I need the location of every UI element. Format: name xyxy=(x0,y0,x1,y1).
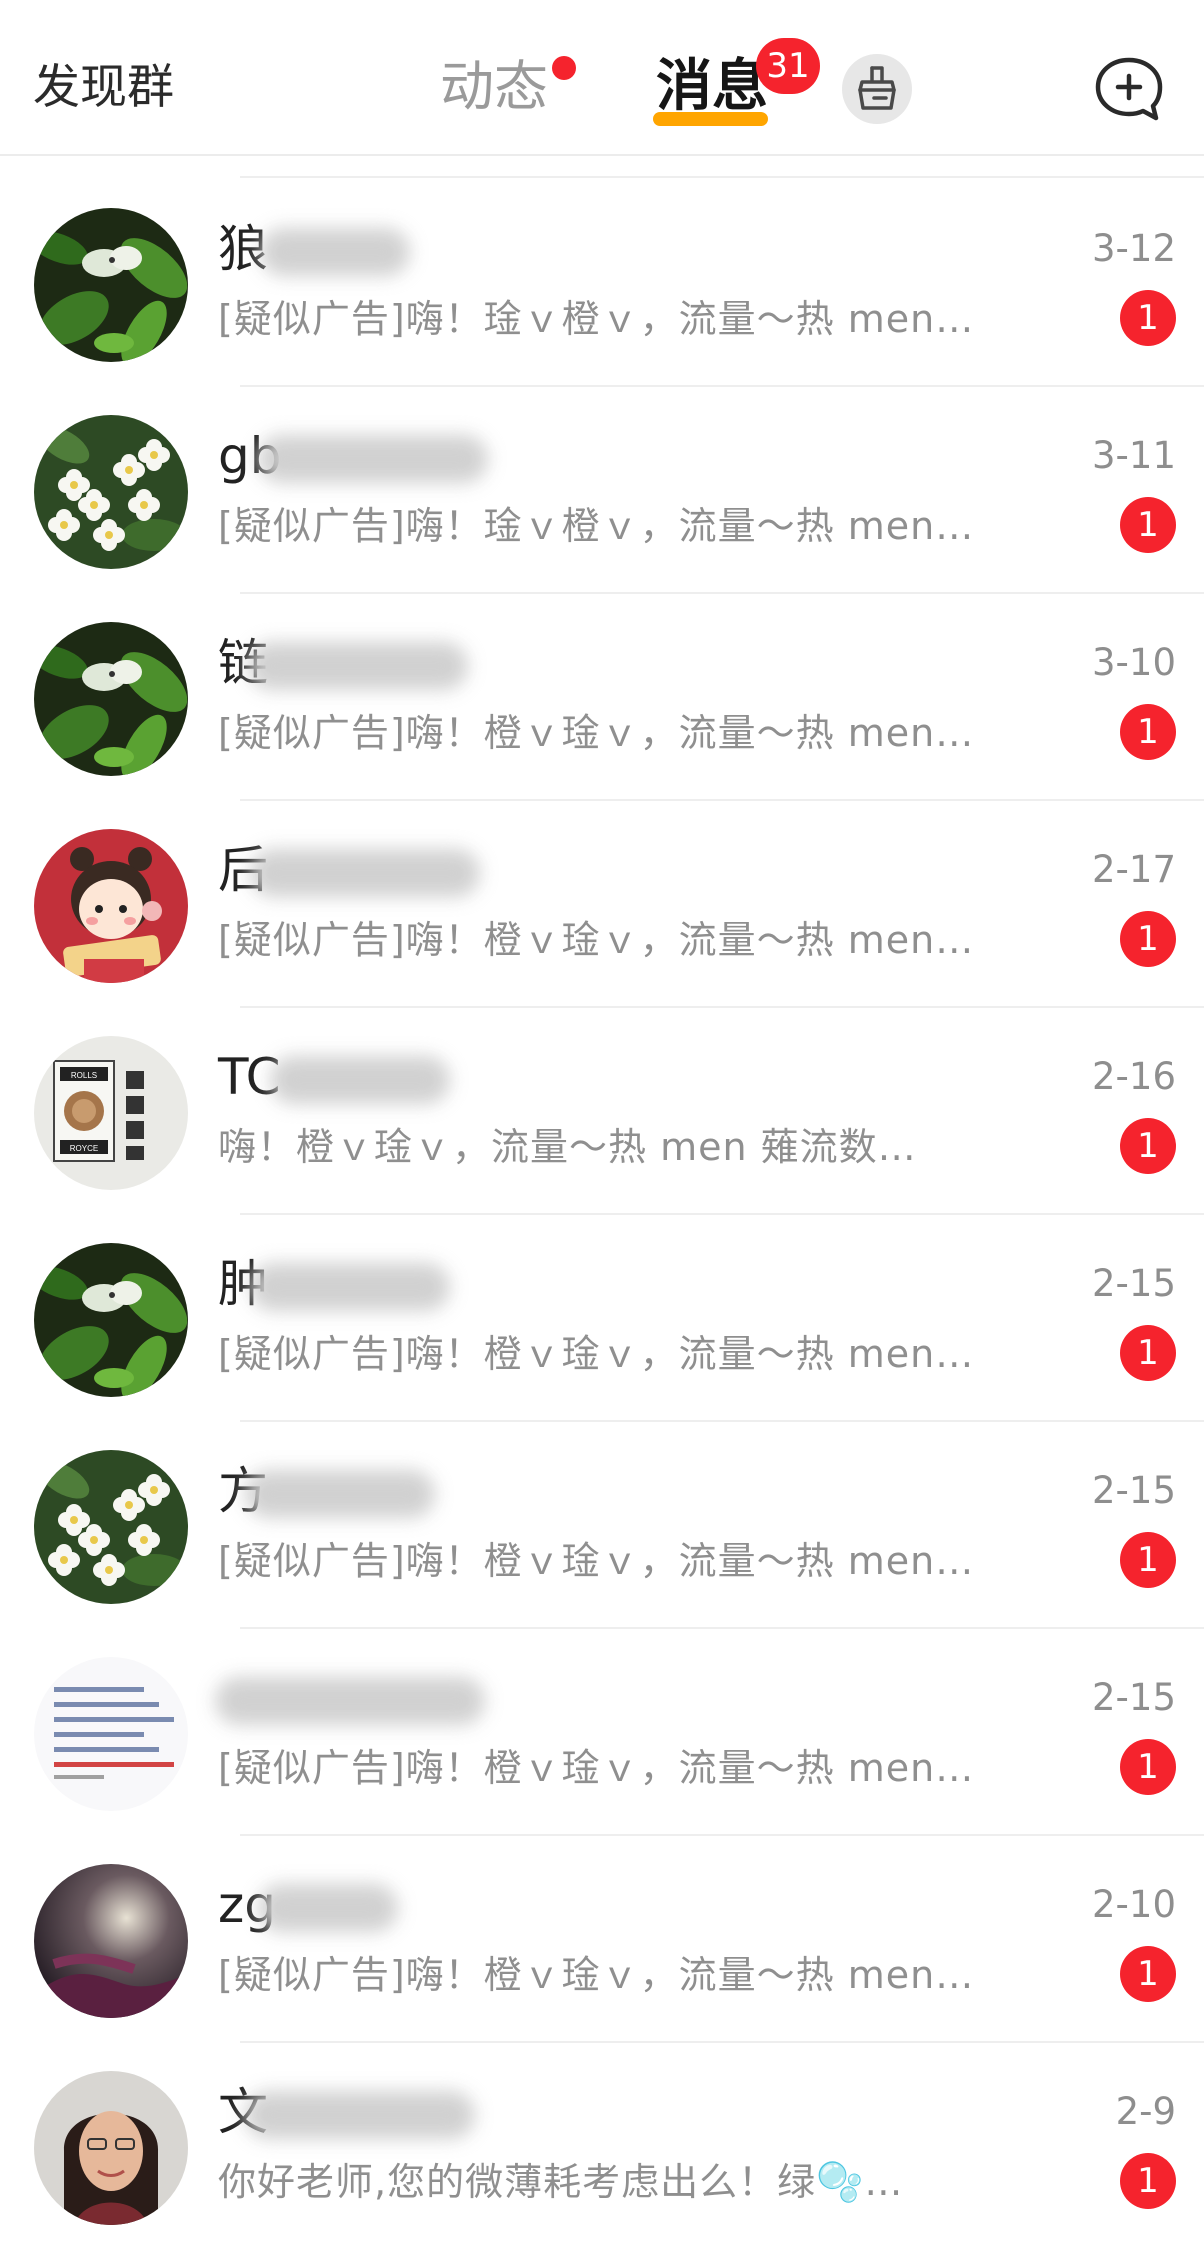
avatar[interactable] xyxy=(34,829,188,983)
unread-count-badge: 1 xyxy=(1120,911,1176,967)
message-date: 2-17 xyxy=(1092,848,1176,891)
unread-count-badge: 1 xyxy=(1120,704,1176,760)
name-redaction-blur xyxy=(245,1470,435,1518)
name-redaction-blur xyxy=(248,642,468,690)
tab-feed[interactable]: 动态 xyxy=(440,52,548,122)
unread-count-badge: 1 xyxy=(1120,1325,1176,1381)
message-date: 2-9 xyxy=(1115,2090,1176,2133)
message-preview: [疑似广告]嗨！橙ｖ琻ｖ，流量～热 men… xyxy=(218,918,975,962)
name-redaction-blur xyxy=(258,1884,398,1932)
name-redaction-blur xyxy=(270,1056,450,1104)
avatar[interactable] xyxy=(34,1657,188,1811)
messages-count-badge: 31 xyxy=(756,38,820,94)
name-redaction-blur xyxy=(250,1263,450,1311)
avatar[interactable] xyxy=(34,208,188,362)
avatar[interactable] xyxy=(34,1243,188,1397)
conversation-row[interactable]: 方 2-15 [疑似广告]嗨！橙ｖ琻ｖ，流量～热 men… 1 xyxy=(0,1420,1204,1627)
message-preview: 嗨！橙ｖ琻ｖ，流量～热 men 薙流数… xyxy=(218,1125,917,1169)
unread-count-badge: 1 xyxy=(1120,497,1176,553)
conversation-row[interactable]: 2-15 [疑似广告]嗨！橙ｖ琻ｖ，流量～热 men… 1 xyxy=(0,1627,1204,1834)
svg-text:ROLLS: ROLLS xyxy=(71,1071,97,1080)
feed-new-dot xyxy=(552,56,576,80)
name-redaction-blur xyxy=(215,1677,485,1725)
row-divider xyxy=(240,1420,1204,1422)
avatar[interactable] xyxy=(34,415,188,569)
message-preview: [疑似广告]嗨！橙ｖ琻ｖ，流量～热 men… xyxy=(218,711,975,755)
row-divider xyxy=(240,1213,1204,1215)
message-date: 2-15 xyxy=(1092,1676,1176,1719)
message-date: 3-12 xyxy=(1092,227,1176,270)
row-divider xyxy=(240,1834,1204,1836)
avatar[interactable] xyxy=(34,1450,188,1604)
row-divider xyxy=(240,1006,1204,1008)
avatar[interactable] xyxy=(34,2071,188,2225)
message-date: 2-15 xyxy=(1092,1469,1176,1512)
new-chat-button[interactable] xyxy=(1092,54,1166,128)
name-redaction-blur xyxy=(245,2091,475,2139)
message-preview: [疑似广告]嗨！橙ｖ琻ｖ，流量～热 men… xyxy=(218,1953,975,1997)
message-preview: 你好老师,您的微薄耗考虑出么！绿🫧… xyxy=(218,2160,904,2204)
row-divider xyxy=(240,385,1204,387)
unread-count-badge: 1 xyxy=(1120,1118,1176,1174)
message-date: 2-10 xyxy=(1092,1883,1176,1926)
svg-text:ROYCE: ROYCE xyxy=(70,1144,98,1153)
conversation-row[interactable]: 链 3-10 [疑似广告]嗨！橙ｖ琻ｖ，流量～热 men… 1 xyxy=(0,592,1204,799)
avatar[interactable] xyxy=(34,1864,188,2018)
message-preview: [疑似广告]嗨！橙ｖ琻ｖ，流量～热 men… xyxy=(218,1539,975,1583)
unread-count-badge: 1 xyxy=(1120,2153,1176,2209)
conversation-row[interactable]: zg 2-10 [疑似广告]嗨！橙ｖ琻ｖ，流量～热 men… 1 xyxy=(0,1834,1204,2041)
discover-groups-link[interactable]: 发现群 xyxy=(33,56,174,120)
message-date: 3-10 xyxy=(1092,641,1176,684)
message-date: 2-16 xyxy=(1092,1055,1176,1098)
conversation-row[interactable]: 后 2-17 [疑似广告]嗨！橙ｖ琻ｖ，流量～热 men… 1 xyxy=(0,799,1204,1006)
tab-messages[interactable]: 消息 xyxy=(656,52,768,122)
broom-icon xyxy=(858,66,896,110)
conversation-row[interactable]: 肿 2-15 [疑似广告]嗨！橙ｖ琻ｖ，流量～热 men… 1 xyxy=(0,1213,1204,1420)
message-preview: [疑似广告]嗨！琻ｖ橙ｖ，流量～热 men… xyxy=(218,504,975,548)
conversation-row[interactable]: ROLLS ROYCE TC 2-16 嗨！橙ｖ琻ｖ，流量～热 men 薙流数… 1 xyxy=(0,1006,1204,1213)
conversation-row[interactable]: 文 2-9 你好老师,您的微薄耗考虑出么！绿🫧… 1 xyxy=(0,2041,1204,2248)
unread-count-badge: 1 xyxy=(1120,290,1176,346)
unread-count-badge: 1 xyxy=(1120,1739,1176,1795)
row-divider xyxy=(240,1627,1204,1629)
message-preview: [疑似广告]嗨！琻ｖ橙ｖ，流量～热 men… xyxy=(218,297,975,341)
name-redaction-blur xyxy=(250,849,480,897)
name-redaction-blur xyxy=(260,228,410,276)
name-redaction-blur xyxy=(258,435,488,483)
message-preview: [疑似广告]嗨！橙ｖ琻ｖ，流量～热 men… xyxy=(218,1746,975,1790)
conversation-row[interactable]: 狼 3-12 [疑似广告]嗨！琻ｖ橙ｖ，流量～热 men… 1 xyxy=(0,178,1204,385)
row-divider xyxy=(240,2041,1204,2043)
message-date: 3-11 xyxy=(1092,434,1176,477)
unread-count-badge: 1 xyxy=(1120,1946,1176,2002)
avatar[interactable]: ROLLS ROYCE xyxy=(34,1036,188,1190)
new-chat-plus-icon xyxy=(1095,57,1163,121)
conversation-row[interactable]: gb 3-11 [疑似广告]嗨！琻ｖ橙ｖ，流量～热 men… 1 xyxy=(0,385,1204,592)
avatar[interactable] xyxy=(34,622,188,776)
row-divider xyxy=(240,799,1204,801)
unread-count-badge: 1 xyxy=(1120,1532,1176,1588)
message-preview: [疑似广告]嗨！橙ｖ琻ｖ，流量～热 men… xyxy=(218,1332,975,1376)
row-divider xyxy=(240,592,1204,594)
message-date: 2-15 xyxy=(1092,1262,1176,1305)
top-nav-bar: 发现群 动态 消息 31 xyxy=(0,0,1204,156)
clear-unread-button[interactable] xyxy=(842,54,912,124)
